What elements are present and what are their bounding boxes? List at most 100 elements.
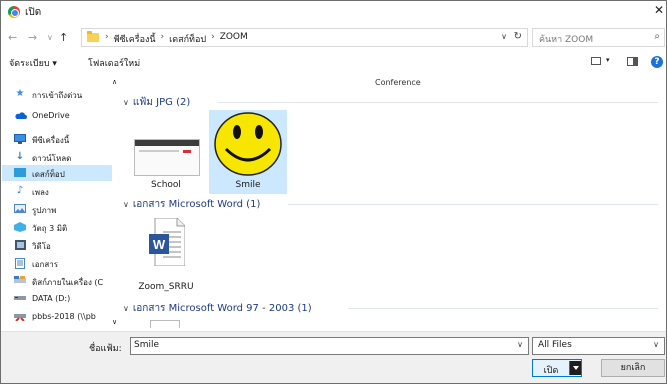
file-tile-zoom-srru[interactable]: W Zoom_SRRU — [127, 214, 205, 298]
new-folder-button[interactable]: โฟลเดอร์ใหม่ — [88, 56, 140, 70]
help-icon[interactable]: ? — [651, 56, 663, 68]
sidebar-item-downloads[interactable]: ↓ ดาวน์โหลด — [2, 149, 112, 165]
sidebar-item-label: พีซีเครื่องนี้ — [32, 136, 70, 145]
sidebar-item-label: OneDrive — [32, 111, 70, 120]
chevron-down-icon: ∨ — [123, 200, 129, 209]
sidebar-item-pictures[interactable]: รูปภาพ — [2, 201, 112, 217]
open-file-dialog: เปิด ✕ ← → ∨ ↑ › พีซีเครื่องนี้ › เดสก์ท… — [0, 0, 667, 384]
group-header-word-97-2003[interactable]: ∨ เอกสาร Microsoft Word 97 - 2003 (1) — [123, 301, 312, 315]
sidebar-item-label: DATA (D:) — [32, 294, 71, 303]
sidebar-item-pbbs-2018[interactable]: pbbs-2018 (\\pb — [2, 309, 112, 325]
open-button-label: เปิด — [543, 366, 559, 376]
back-arrow-icon[interactable]: ← — [8, 31, 17, 44]
breadcrumb-separator-icon: › — [211, 32, 215, 42]
search-icon: ⌕ — [654, 31, 660, 42]
drive-icon — [14, 294, 26, 304]
title-bar: เปิด ✕ — [1, 1, 666, 23]
window-title: เปิด — [25, 7, 42, 18]
pc-icon — [14, 134, 26, 144]
breadcrumb-separator-icon: › — [160, 32, 165, 42]
sidebar-item-data-d[interactable]: DATA (D:) — [2, 291, 112, 307]
group-divider — [288, 204, 658, 205]
breadcrumb-item-zoom[interactable]: ZOOM — [220, 32, 248, 46]
network-drive-icon — [14, 312, 26, 322]
refresh-icon[interactable]: ↻ — [514, 31, 522, 42]
sidebar-item-local-disk-c[interactable]: ดิสก์ภายในเครื่อง (C — [2, 273, 112, 289]
navigation-scrollbar[interactable]: ∧ ∨ — [112, 76, 120, 328]
chevron-down-icon[interactable]: ▾ — [606, 56, 610, 64]
sidebar-item-label: เพลง — [32, 188, 49, 197]
recent-locations-chevron-icon[interactable]: ∨ — [47, 33, 53, 42]
address-row: ← → ∨ ↑ › พีซีเครื่องนี้ › เดสก์ท็อป › Z… — [1, 27, 666, 49]
thumbnail-titlebar — [135, 140, 199, 146]
chevron-down-icon: ∨ — [123, 304, 129, 313]
filename-value: Smile — [134, 340, 160, 350]
group-header-word[interactable]: ∨ เอกสาร Microsoft Word (1) — [123, 197, 260, 211]
file-tile-school[interactable]: School — [127, 110, 205, 194]
sidebar-item-3d-objects[interactable]: วัตถุ 3 มิติ — [2, 219, 112, 235]
sidebar-item-label: เดสก์ท็อป — [32, 170, 65, 179]
chevron-down-icon: ∨ — [123, 98, 129, 107]
file-type-value: All Files — [538, 340, 572, 350]
sidebar-item-this-pc[interactable]: พีซีเครื่องนี้ — [2, 131, 112, 147]
file-type-select[interactable]: All Files ∨ — [532, 337, 665, 355]
drive-icon — [14, 276, 26, 286]
group-header-label: แฟ้ม JPG (2) — [132, 97, 191, 108]
breadcrumb: › พีซีเครื่องนี้ › เดสก์ท็อป › ZOOM — [105, 32, 248, 46]
scroll-down-icon[interactable]: ∨ — [112, 318, 117, 326]
sidebar-item-music[interactable]: ♪ เพลง — [2, 183, 112, 199]
sidebar-item-videos[interactable]: วิดีโอ — [2, 237, 112, 253]
school-thumbnail — [134, 139, 200, 176]
group-header-jpg[interactable]: ∨ แฟ้ม JPG (2) — [123, 95, 190, 109]
pictures-icon — [14, 204, 26, 214]
preview-pane-icon[interactable] — [627, 57, 638, 66]
chevron-down-icon[interactable]: ∨ — [501, 32, 507, 41]
forward-arrow-icon[interactable]: → — [28, 31, 37, 44]
smiley-thumbnail — [214, 112, 282, 176]
video-icon — [14, 240, 26, 250]
open-button[interactable]: เปิด — [532, 359, 582, 377]
file-name: Zoom_SRRU — [138, 282, 194, 292]
sidebar-item-documents[interactable]: เอกสาร — [2, 255, 112, 271]
sidebar-item-desktop[interactable]: เดสก์ท็อป — [2, 165, 112, 181]
music-icon: ♪ — [16, 185, 24, 196]
view-options-icon[interactable] — [591, 57, 601, 65]
file-list: Conference ∨ แฟ้ม JPG (2) School Smile ∨ เ… — [123, 76, 666, 328]
open-options-dropdown-icon[interactable] — [569, 361, 581, 375]
sidebar-item-label: pbbs-2018 (\\pb — [32, 312, 96, 321]
documents-icon — [14, 258, 26, 269]
star-icon: ★ — [15, 88, 25, 99]
address-bar[interactable]: › พีซีเครื่องนี้ › เดสก์ท็อป › ZOOM ∨ ↻ — [81, 28, 528, 47]
search-placeholder: ค้นหา ZOOM — [539, 35, 594, 45]
cut-off-item-label: Conference — [375, 78, 421, 87]
3d-objects-icon — [14, 222, 26, 232]
close-icon[interactable]: ✕ — [654, 3, 664, 17]
sidebar-item-label: เอกสาร — [32, 260, 59, 269]
search-input[interactable]: ค้นหา ZOOM ⌕ — [532, 28, 665, 47]
organize-button[interactable]: จัดระเบียบ ▾ — [9, 56, 57, 70]
cut-off-file-tile[interactable] — [150, 320, 180, 328]
group-divider — [218, 102, 658, 103]
desktop-icon — [14, 168, 26, 178]
cancel-button[interactable]: ยกเลิก — [601, 359, 665, 377]
breadcrumb-item-desktop[interactable]: เดสก์ท็อป — [169, 32, 206, 46]
sidebar-item-onedrive[interactable]: OneDrive — [2, 108, 112, 124]
file-tile-smile[interactable]: Smile — [209, 110, 287, 194]
group-header-label: เอกสาร Microsoft Word 97 - 2003 (1) — [132, 303, 312, 314]
filename-field[interactable]: Smile ∨ — [130, 337, 529, 355]
sidebar-item-label: ดิสก์ภายในเครื่อง (C — [32, 278, 104, 287]
scroll-up-icon[interactable]: ∧ — [112, 78, 117, 86]
group-divider — [348, 308, 658, 309]
navigation-pane: ★ การเข้าถึงด่วน OneDrive พีซีเครื่องนี้… — [2, 76, 120, 328]
cloud-icon — [14, 111, 27, 121]
filename-label: ชื่อแฟ้ม: — [89, 344, 122, 354]
svg-text:W: W — [153, 237, 166, 252]
download-icon: ↓ — [15, 151, 25, 162]
chevron-down-icon[interactable]: ∨ — [517, 340, 523, 349]
sidebar-item-label: วัตถุ 3 มิติ — [32, 224, 68, 233]
breadcrumb-item-this-pc[interactable]: พีซีเครื่องนี้ — [114, 32, 156, 46]
file-name: School — [151, 180, 181, 190]
up-arrow-icon[interactable]: ↑ — [59, 31, 68, 44]
word-document-icon: W — [149, 218, 185, 266]
sidebar-item-quick-access[interactable]: ★ การเข้าถึงด่วน — [2, 86, 112, 102]
